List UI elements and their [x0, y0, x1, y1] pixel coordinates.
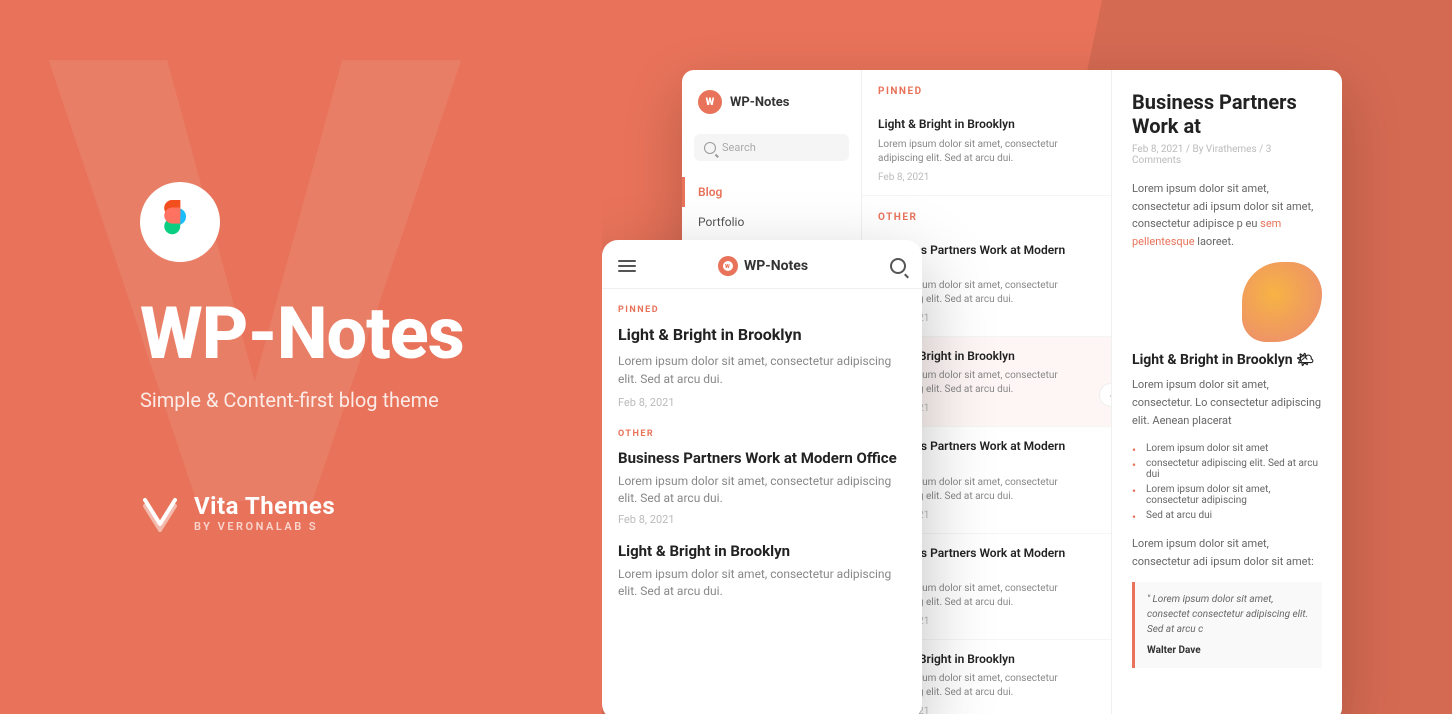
- sidebar-logo-icon: W: [698, 90, 722, 114]
- decorative-blob: [1242, 262, 1322, 342]
- sidebar-item-portfolio[interactable]: Portfolio: [682, 207, 861, 237]
- vita-text-block: Vita Themes BY VERONALAB S: [194, 492, 335, 533]
- mobile-note-3-excerpt: Lorem ipsum dolor sit amet, consectetur …: [618, 566, 906, 600]
- panels-area: W WP-Notes Search Blog Portfolio Contact…: [602, 0, 1452, 714]
- content-title: Business Partners Work at: [1132, 90, 1322, 138]
- left-section: WP-Notes Simple & Content-first blog the…: [0, 0, 670, 714]
- bullet-list: Lorem ipsum dolor sit amet consectetur a…: [1132, 441, 1322, 523]
- mobile-note-1-title[interactable]: Light & Bright in Brooklyn: [618, 325, 906, 344]
- sidebar-search[interactable]: Search: [694, 134, 849, 161]
- quote-author: Walter Dave: [1147, 643, 1310, 658]
- note-date-1: Feb 8, 2021: [878, 172, 1095, 183]
- bullet-item-1: Lorem ipsum dolor sit amet: [1132, 441, 1322, 456]
- hamburger-line-2: [618, 265, 636, 267]
- content-body-1: Lorem ipsum dolor sit amet, consectetur …: [1132, 180, 1322, 250]
- content-meta: Feb 8, 2021 / By Virathemes / 3 Comments: [1132, 144, 1322, 166]
- mobile-note-2-date: Feb 8, 2021: [618, 513, 906, 526]
- hamburger-line-3: [618, 270, 636, 272]
- mobile-note-2-title[interactable]: Business Partners Work at Modern Office: [618, 449, 906, 467]
- sidebar-logo: W WP-Notes: [682, 90, 861, 134]
- sidebar-item-blog[interactable]: Blog: [682, 177, 861, 207]
- pinned-label: PINNED: [862, 70, 1111, 105]
- mobile-note-3-title[interactable]: Light & Bright in Brooklyn: [618, 542, 906, 560]
- mobile-content: PINNED Light & Bright in Brooklyn Lorem …: [602, 289, 922, 709]
- vita-themes-logo: Vita Themes BY VERONALAB S: [140, 492, 335, 533]
- note-item-1[interactable]: Light & Bright in Brooklyn Lorem ipsum d…: [862, 105, 1111, 196]
- mobile-logo-text: WP-Notes: [744, 258, 808, 274]
- bullet-item-4: Sed at arcu dui: [1132, 508, 1322, 523]
- mobile-logo: W WP-Notes: [718, 256, 808, 276]
- bullet-item-3: Lorem ipsum dolor sit amet, consectetur …: [1132, 482, 1322, 508]
- content-section-2-title: Light & Bright in Brooklyn 🌤: [1132, 352, 1322, 368]
- other-label: OTHER: [862, 196, 1111, 231]
- bullet-item-2: consectetur adipiscing elit. Sed at arcu…: [1132, 456, 1322, 482]
- note-excerpt-1: Lorem ipsum dolor sit amet, consectetur …: [878, 138, 1095, 166]
- quote-text: " Lorem ipsum dolor sit amet, consectet …: [1147, 592, 1310, 637]
- vita-by: BY VERONALAB S: [194, 520, 335, 533]
- quote-block: " Lorem ipsum dolor sit amet, consectet …: [1132, 582, 1322, 668]
- content-body-3: Lorem ipsum dolor sit amet, consectetur …: [1132, 535, 1322, 570]
- mobile-note-2-excerpt: Lorem ipsum dolor sit amet, consectetur …: [618, 473, 906, 507]
- mobile-search-icon[interactable]: [890, 258, 906, 274]
- search-placeholder: Search: [722, 141, 756, 154]
- figma-logo: [140, 182, 220, 262]
- mobile-note-1-excerpt: Lorem ipsum dolor sit amet, consectetur …: [618, 352, 906, 388]
- app-subtitle: Simple & Content-first blog theme: [140, 388, 439, 412]
- sidebar-logo-text: WP-Notes: [730, 95, 789, 110]
- hamburger-line-1: [618, 260, 636, 262]
- hamburger-icon[interactable]: [618, 260, 636, 272]
- mobile-panel: W WP-Notes PINNED Light & Bright in Broo…: [602, 240, 922, 714]
- svg-text:W: W: [725, 264, 730, 270]
- mobile-header: W WP-Notes: [602, 240, 922, 289]
- vita-name: Vita Themes: [194, 492, 335, 520]
- mobile-other-label: OTHER: [618, 429, 906, 439]
- search-icon: [704, 142, 716, 154]
- vita-v-icon: [140, 492, 180, 532]
- content-panel: Business Partners Work at Feb 8, 2021 / …: [1112, 70, 1342, 714]
- content-body-2: Lorem ipsum dolor sit amet, consectetur.…: [1132, 376, 1322, 429]
- note-title-1: Light & Bright in Brooklyn: [878, 117, 1095, 133]
- mobile-logo-icon: W: [718, 256, 738, 276]
- app-title: WP-Notes: [140, 298, 464, 370]
- mobile-pinned-label: PINNED: [618, 305, 906, 315]
- mobile-note-1-date: Feb 8, 2021: [618, 396, 906, 409]
